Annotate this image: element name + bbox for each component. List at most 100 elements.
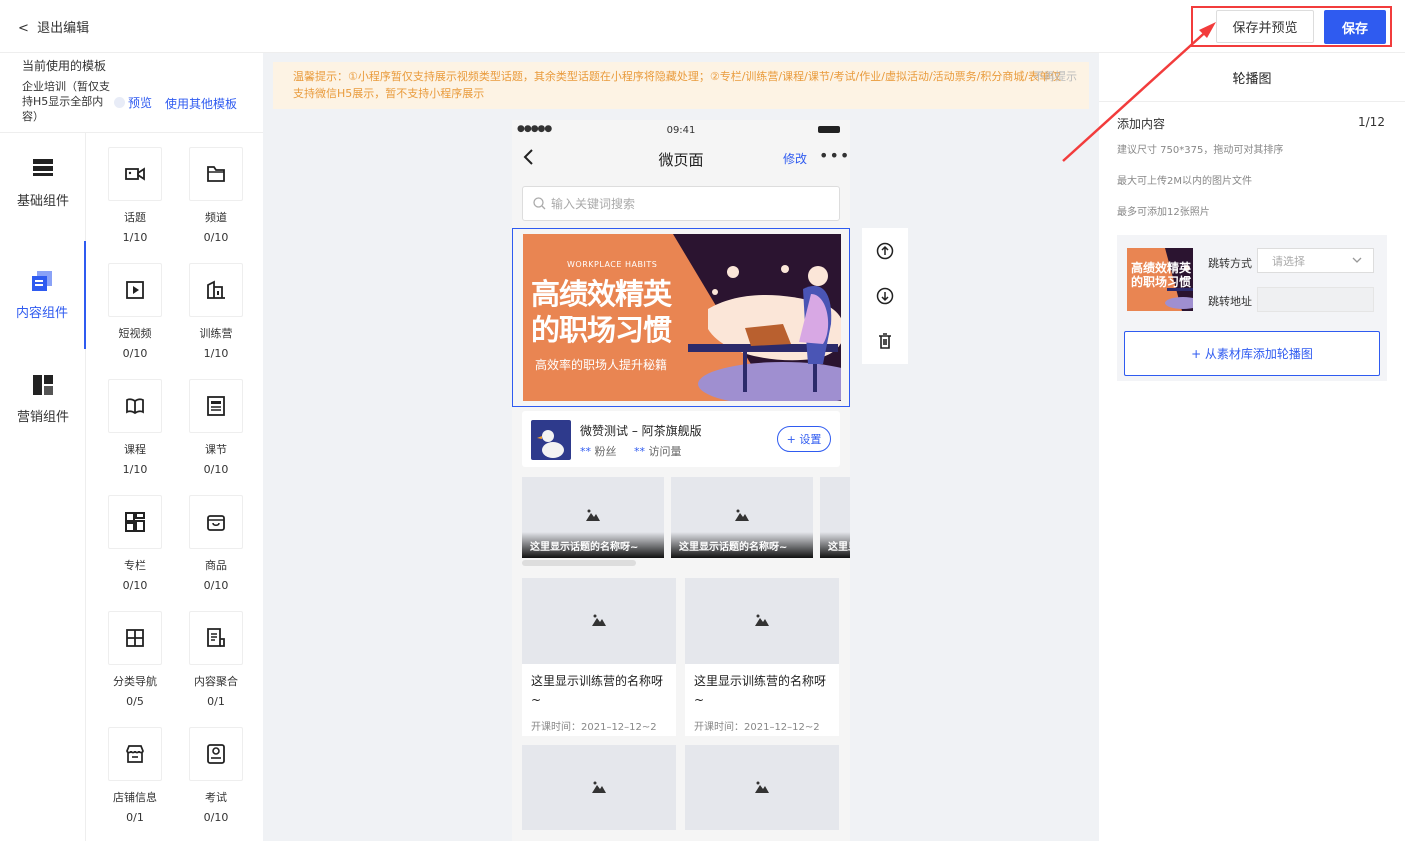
template-title: 当前使用的模板 <box>22 59 107 73</box>
component-toolbar <box>862 228 908 364</box>
component-count: 1/10 <box>203 347 229 360</box>
component-count: 0/1 <box>126 811 144 824</box>
component-name: 商品 <box>205 559 227 572</box>
template-name: 企业培训（暂仅支持H5显示全部内容） <box>22 80 110 123</box>
category-content[interactable]: 内容组件 <box>0 241 86 349</box>
camp-card[interactable]: 这里显示训练营的名称呀~ 开课时间：2021–12–12~2 <box>522 578 676 736</box>
category-basic[interactable]: 基础组件 <box>0 133 86 233</box>
jump-address-label: 跳转地址 <box>1208 295 1252 308</box>
bag-icon <box>207 515 225 531</box>
component-name: 考试 <box>205 791 227 804</box>
component-exam[interactable]: 考试 0/10 <box>186 727 246 824</box>
size-hint: 建议尺寸 750*375，拖动可对其排序 <box>1117 145 1284 156</box>
camp-card[interactable] <box>522 745 676 830</box>
content-cards-icon <box>32 270 52 291</box>
image-placeholder-icon <box>592 614 606 626</box>
jump-type-label: 跳转方式 <box>1208 257 1252 270</box>
component-name: 专栏 <box>124 559 146 572</box>
carousel-component-selected[interactable]: WORKPLACE HABITS 高绩效精英 的职场习惯 高效率的职场人提升秘籍 <box>512 228 850 407</box>
phone-body: 输入关键词搜索 WORKPLACE HABITS 高绩效精英 的职场习惯 高效率… <box>512 176 850 841</box>
component-lesson[interactable]: 课节 0/10 <box>186 379 246 476</box>
delete-button[interactable] <box>862 318 908 363</box>
category-marketing[interactable]: 营销组件 <box>0 349 86 449</box>
category-label: 基础组件 <box>16 193 69 209</box>
carousel-banner-image: WORKPLACE HABITS 高绩效精英 的职场习惯 高效率的职场人提升秘籍 <box>523 234 841 401</box>
component-goods[interactable]: 商品 0/10 <box>186 495 246 592</box>
component-count: 0/5 <box>126 695 144 708</box>
component-panel: 当前使用的模板 企业培训（暂仅支持H5显示全部内容） 预览 使用其他模板 基础组… <box>0 53 263 841</box>
search-input[interactable]: 输入关键词搜索 <box>522 186 840 221</box>
carousel-thumbnail[interactable]: 高绩效精英 的职场习惯 <box>1127 248 1193 311</box>
topic-title: 这里显示话题的名称呀~ <box>671 532 813 558</box>
properties-panel: 轮播图 添加内容 1/12 建议尺寸 750*375，拖动可对其排序 最大可上传… <box>1099 53 1405 841</box>
thumb-title-line1: 高绩效精英 <box>1131 261 1192 275</box>
component-short-video[interactable]: 短视频 0/10 <box>105 263 165 360</box>
add-carousel-from-library-button[interactable]: + 从素材库添加轮播图 <box>1124 331 1380 376</box>
shop-stats: ** 粉丝 ** 访问量 <box>580 443 681 459</box>
arrow-up-circle-icon <box>876 242 894 259</box>
banner-tag: WORKPLACE HABITS <box>567 260 658 269</box>
topic-card[interactable]: 这里显示话题的名称呀~ <box>522 477 664 558</box>
banner-title-line1: 高绩效精英 <box>531 277 672 311</box>
shop-name: 微赞测试 – 阿茶旗舰版 <box>580 424 702 438</box>
max-count-hint: 最多可添加12张照片 <box>1117 207 1210 218</box>
component-count: 0/10 <box>203 579 229 592</box>
camp-card[interactable] <box>685 745 839 830</box>
dismiss-tip-link[interactable]: 不再提示 <box>1033 68 1077 85</box>
play-square-icon <box>126 281 144 299</box>
panel-title: 轮播图 <box>1232 72 1272 87</box>
topic-card[interactable]: 这里显示话题的名称呀~ <box>820 477 850 558</box>
component-camp[interactable]: 训练营 1/10 <box>186 263 246 360</box>
carousel-item-editor: 高绩效精英 的职场习惯 跳转方式 请选择 跳转地址 + 从素材库添加轮播图 <box>1117 235 1387 381</box>
camp-title: 这里显示训练营的名称呀~ <box>694 674 827 707</box>
move-down-button[interactable] <box>862 273 908 318</box>
status-bar: ●●●●● 09:41 <box>512 120 850 140</box>
topic-title: 这里显示话题的名称呀~ <box>820 532 850 558</box>
use-other-template-link[interactable]: 使用其他模板 <box>165 95 237 112</box>
image-placeholder-icon <box>735 509 749 521</box>
duck-icon <box>537 430 564 458</box>
list-doc-icon <box>207 628 225 647</box>
jump-address-input[interactable] <box>1257 287 1374 312</box>
component-category-nav[interactable]: 分类导航 0/5 <box>105 611 165 708</box>
banner-subtitle: 高效率的职场人提升秘籍 <box>535 358 668 372</box>
signal-icon: ●●●●● <box>517 124 552 134</box>
component-count: 0/1 <box>207 695 225 708</box>
component-name: 课程 <box>124 443 146 456</box>
component-channel[interactable]: 频道 0/10 <box>186 147 246 244</box>
add-content-label: 添加内容 <box>1117 117 1166 131</box>
more-icon[interactable]: ••• <box>819 146 850 165</box>
component-topic[interactable]: 话题 1/10 <box>105 147 165 244</box>
horizontal-scrollbar[interactable] <box>522 560 636 566</box>
shop-setup-button[interactable]: + 设置 <box>777 426 831 452</box>
building-icon <box>207 280 225 299</box>
component-count: 0/10 <box>122 347 148 360</box>
editor-canvas: 温馨提示：①小程序暂仅支持展示视频类型话题，其余类型话题在小程序将隐藏处理；②专… <box>263 53 1099 841</box>
banner-title-line2: 的职场习惯 <box>531 313 672 347</box>
component-count: 1/10 <box>122 463 148 476</box>
edit-title-link[interactable]: 修改 <box>783 150 807 167</box>
jump-type-select[interactable]: 请选择 <box>1257 248 1374 273</box>
topic-card[interactable]: 这里显示话题的名称呀~ <box>671 477 813 558</box>
component-aggregate[interactable]: 内容聚合 0/1 <box>186 611 246 708</box>
search-placeholder: 输入关键词搜索 <box>551 197 636 211</box>
tip-text: 温馨提示：①小程序暂仅支持展示视频类型话题，其余类型话题在小程序将隐藏处理；②专… <box>293 70 1062 100</box>
thumb-title-line2: 的职场习惯 <box>1131 275 1192 289</box>
component-count: 1/10 <box>122 231 148 244</box>
component-column[interactable]: 专栏 0/10 <box>105 495 165 592</box>
camp-card[interactable]: 这里显示训练营的名称呀~ 开课时间：2021–12–12~2 <box>685 578 839 736</box>
category-label: 内容组件 <box>15 305 68 321</box>
image-count: 1/12 <box>1358 115 1385 129</box>
folder-icon <box>207 166 225 182</box>
fans-value: ** <box>580 445 591 458</box>
move-up-button[interactable] <box>862 228 908 273</box>
exit-edit-link[interactable]: < 退出编辑 <box>18 17 89 36</box>
topic-title: 这里显示话题的名称呀~ <box>522 532 664 558</box>
template-preview-link[interactable]: 预览 <box>114 94 152 111</box>
image-placeholder-icon <box>586 509 600 521</box>
component-course[interactable]: 课程 1/10 <box>105 379 165 476</box>
file-size-hint: 最大可上传2M以内的图片文件 <box>1117 176 1252 187</box>
video-camera-icon <box>125 167 145 181</box>
divider <box>1099 101 1405 102</box>
component-store-info[interactable]: 店铺信息 0/1 <box>105 727 165 824</box>
